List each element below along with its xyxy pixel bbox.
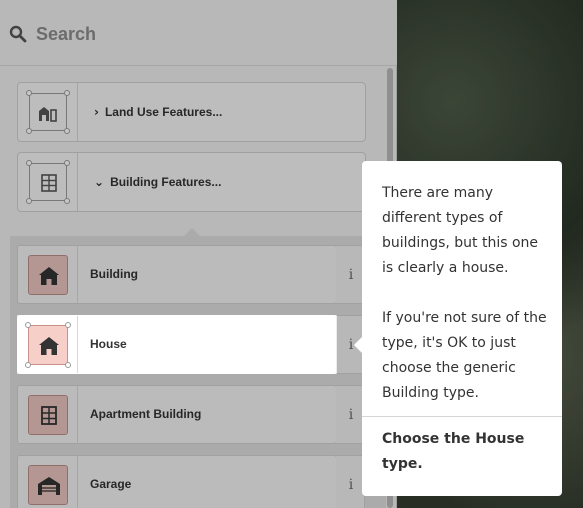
vertex-handle — [25, 322, 31, 328]
house-icon — [28, 325, 68, 365]
walkthrough-popover: There are many different types of buildi… — [362, 161, 562, 496]
popover-body: There are many different types of buildi… — [382, 181, 550, 406]
preset-icon-box — [18, 316, 78, 373]
preset-label: House — [90, 337, 127, 351]
popover-paragraph: If you're not sure of the type, it's OK … — [382, 310, 547, 401]
preset-item-house[interactable]: House — [17, 315, 337, 374]
popover-paragraph: There are many different types of buildi… — [382, 185, 539, 276]
walkthrough-shade — [0, 315, 17, 374]
popover-arrow — [354, 337, 362, 353]
vertex-handle — [65, 322, 71, 328]
popover-divider — [362, 416, 562, 417]
popover-instruction: Choose the House type. — [382, 431, 525, 472]
vertex-handle — [65, 362, 71, 368]
vertex-handle — [25, 362, 31, 368]
